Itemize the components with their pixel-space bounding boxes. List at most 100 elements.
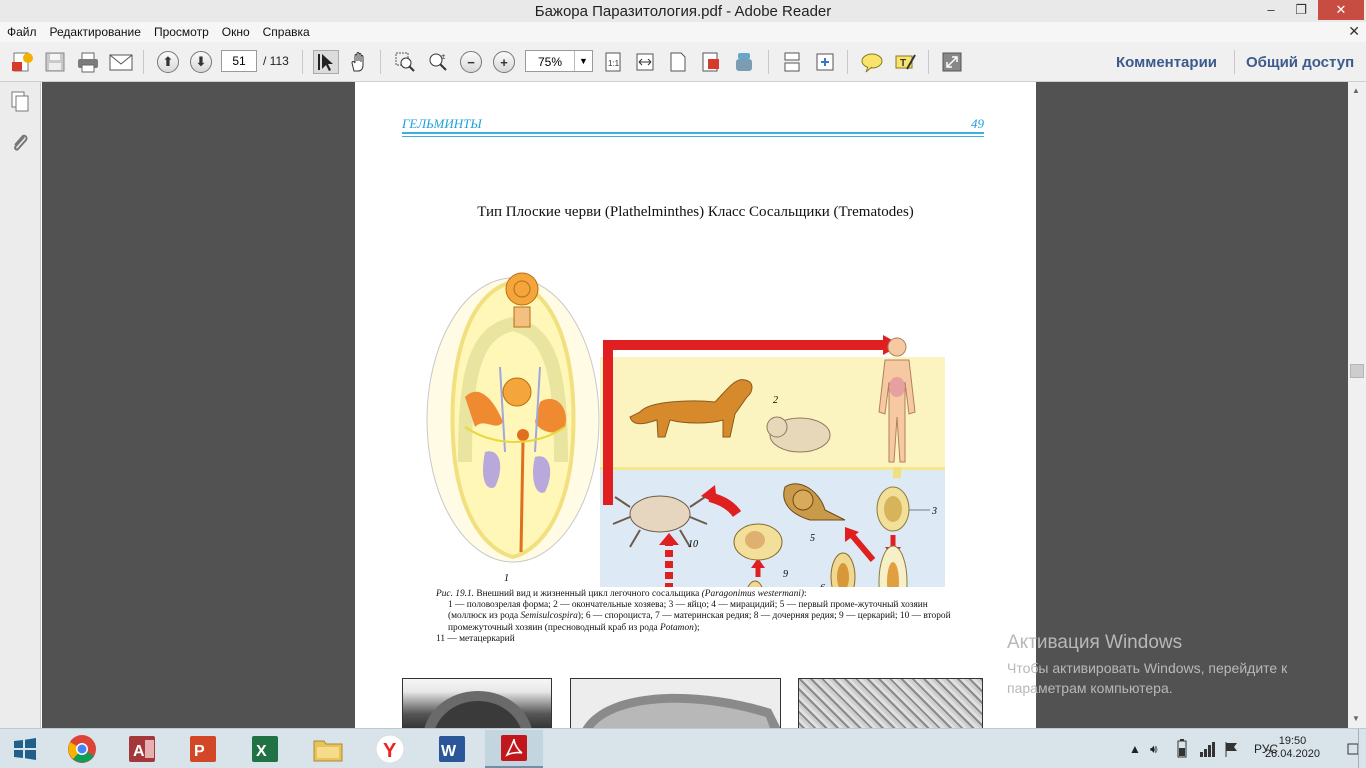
svg-text:A: A [133,743,145,760]
fit-width-icon[interactable] [632,50,658,74]
windows-logo-icon [14,738,36,760]
actual-size-icon[interactable]: 1:1 [600,50,626,74]
battery-icon[interactable] [1175,729,1189,768]
flag-icon[interactable] [1223,729,1239,768]
page-number: 49 [971,116,984,131]
comments-button[interactable]: Комментарии [1116,54,1217,71]
vertical-scrollbar[interactable]: ▲ ▼ [1348,82,1366,728]
dynamic-zoom-icon[interactable]: ± [425,50,451,74]
menu-edit[interactable]: Редактирование [43,22,147,39]
window-title: Бажора Паразитология.pdf - Adobe Reader [534,3,832,20]
arrow-up-icon: ⬆ [157,51,179,73]
watermark-line-2: Чтобы активировать Windows, перейдите к [1007,660,1288,676]
next-page-button[interactable]: ⬇ [188,50,214,74]
network-icon[interactable] [1199,729,1215,768]
photo-1 [402,678,552,728]
print-icon[interactable] [75,50,101,74]
zoom-out-button[interactable]: − [458,50,484,74]
menu-window[interactable]: Окно [215,22,256,39]
zoom-in-button[interactable]: + [491,50,517,74]
taskbar-adobe-reader[interactable] [485,730,543,768]
close-document-button[interactable]: ✕ [1348,23,1360,40]
attachments-panel-icon[interactable] [9,132,31,154]
highlight-icon[interactable]: T [892,50,918,74]
plus-icon: + [493,51,515,73]
restore-button[interactable]: ❐ [1286,0,1316,20]
adult-fluke-drawing [426,272,600,563]
label-9: 9 [783,569,788,580]
select-tool-button[interactable] [313,50,339,74]
chrome-icon [68,735,96,763]
fill-sign-icon[interactable] [698,50,724,74]
toolbar-divider [1234,50,1235,74]
folder-icon [313,740,343,762]
taskbar-excel[interactable]: X [236,730,294,768]
create-pdf-icon[interactable] [9,50,35,74]
read-aloud-icon[interactable] [731,50,757,74]
zoom-select[interactable]: 75% ▼ [525,50,593,72]
taskbar-powerpoint[interactable]: P [174,730,232,768]
minimize-button[interactable]: ‒ [1256,0,1286,20]
volume-icon[interactable]: 🔊︎ [1150,729,1158,768]
hand-tool-button[interactable] [346,50,372,74]
caption-fig-ref: Рис. 19.1. [436,589,475,599]
taskbar-word[interactable]: W [423,730,481,768]
caption-genus-1: Semisulcospira [520,611,578,622]
activation-watermark: Активация Windows Чтобы активировать Win… [1007,632,1287,698]
chevron-down-icon[interactable]: ▼ [574,51,592,71]
svg-text:X: X [256,743,267,760]
scroll-down-icon[interactable]: ▼ [1352,714,1360,723]
pdf-page: ГЕЛЬМИНТЫ 49 Тип Плоские черви (Plathelm… [355,82,1036,728]
running-title: ГЕЛЬМИНТЫ [402,116,482,131]
email-icon[interactable] [108,50,134,74]
menu-file[interactable]: Файл [0,22,43,39]
taskbar-chrome[interactable] [53,730,111,768]
show-desktop-button[interactable] [1358,729,1366,768]
label-2: 2 [773,395,778,406]
watermark-title: Активация Windows [1007,632,1183,653]
minus-icon: − [460,51,482,73]
scrollbar-thumb[interactable] [1350,364,1364,378]
svg-text:1:1: 1:1 [608,59,620,68]
previous-page-button[interactable]: ⬆ [155,50,181,74]
marquee-zoom-icon[interactable] [392,50,418,74]
clock-date: 26.04.2020 [1264,748,1320,760]
photo-3 [798,678,983,728]
save-icon[interactable] [42,50,68,74]
share-button[interactable]: Общий доступ [1246,54,1354,71]
excel-icon: X [252,736,278,762]
svg-text:±: ± [441,52,446,61]
caption-items-4: 11 — метацеркарий [436,633,515,644]
svg-text:W: W [441,743,457,760]
scroll-up-icon[interactable]: ▲ [1352,86,1360,95]
tray-chevron-icon[interactable]: ▲ [1129,729,1141,768]
caption-title: Внешний вид и жизненный цикл легочного с… [474,589,702,599]
taskbar-access[interactable]: A [113,730,171,768]
zoom-value: 75% [538,55,563,69]
taskbar: A P X Y W ▲ 🔊︎ РУС 19:50 26.04.2020 [0,728,1366,768]
word-icon: W [439,736,465,762]
clock[interactable]: 19:50 26.04.2020 [1265,735,1320,761]
pages-panel-icon[interactable] [9,90,31,112]
rotate-view-icon[interactable] [812,50,838,74]
scroll-mode-icon[interactable] [779,50,805,74]
menu-help[interactable]: Справка [256,22,316,39]
page-number-input[interactable]: 51 [221,50,257,72]
start-button[interactable] [0,730,50,768]
caption-species: (Paragonimus westermani) [701,589,805,599]
fullscreen-icon[interactable] [939,50,965,74]
adobe-reader-icon [501,735,527,761]
svg-text:P: P [194,743,205,760]
label-10: 10 [688,539,698,550]
label-1: 1 [504,573,509,584]
fit-page-icon[interactable] [665,50,691,74]
taskbar-yandex-browser[interactable]: Y [361,730,419,768]
menu-view[interactable]: Просмотр [147,22,215,39]
caption-colon: : [804,589,807,599]
taskbar-file-explorer[interactable] [299,730,357,768]
caption-genus-2: Potamon [659,622,694,633]
close-window-button[interactable]: ✕ [1318,0,1364,20]
header-rule-thin [402,136,984,137]
access-icon: A [129,736,155,762]
comment-icon[interactable] [859,50,885,74]
